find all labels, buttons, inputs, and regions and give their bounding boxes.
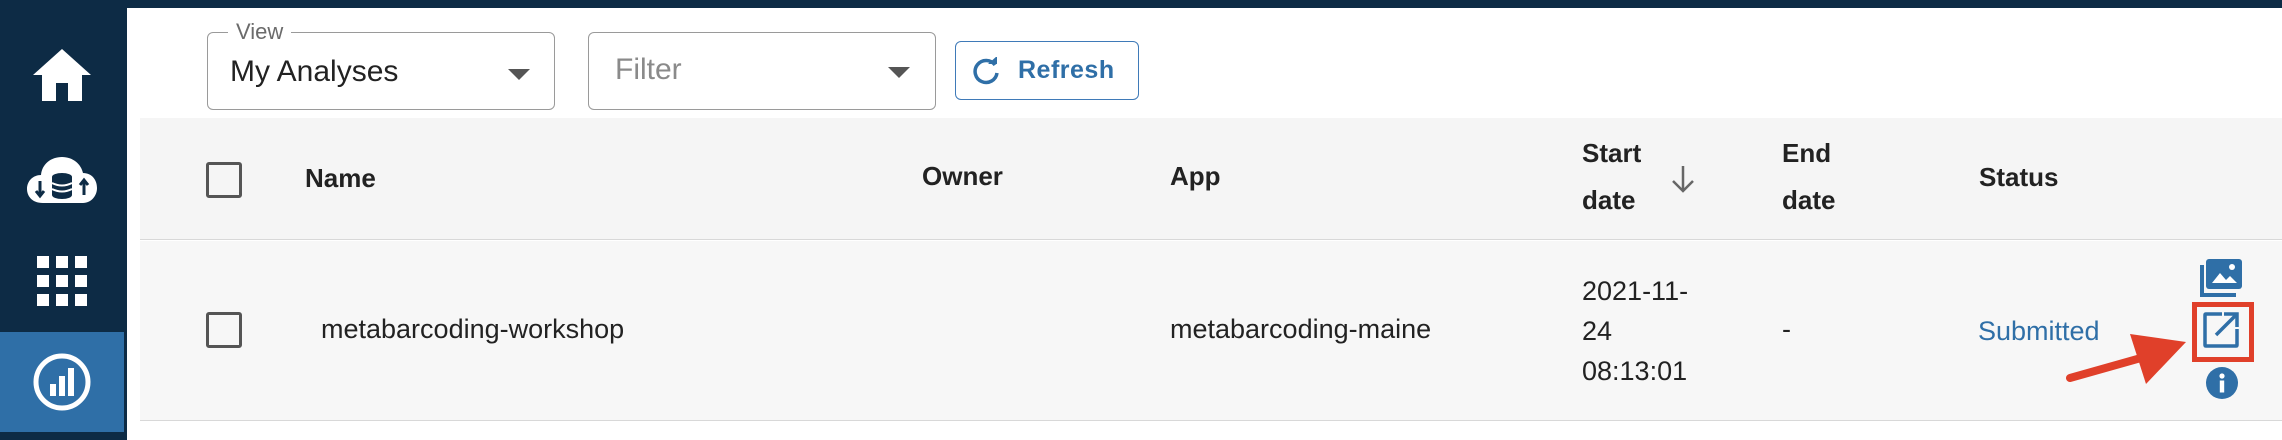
toolbar: View My Analyses Filter Refresh [127,8,2282,118]
header-owner[interactable]: Owner [922,153,1003,200]
header-start-line2: date [1582,185,1636,215]
analyses-icon [33,353,91,411]
header-end-line1: End [1782,138,1832,168]
view-select-value: My Analyses [230,55,399,88]
table-row[interactable]: metabarcoding-workshop metabarcoding-mai… [140,241,2282,421]
row-start-date: 2021-11- 24 08:13:01 [1582,271,1688,391]
header-start-line1: Start [1582,138,1642,168]
outputs-icon[interactable] [2200,259,2244,297]
row-checkbox[interactable] [206,312,242,348]
analyses-page: View My Analyses Filter Refresh Name Own… [127,8,2282,440]
arrow-down-icon[interactable] [1670,164,1696,194]
header-start-date[interactable]: Start date [1582,130,1641,224]
header-end-date[interactable]: End date [1782,130,1835,224]
select-all-checkbox[interactable] [206,162,242,198]
table-header: Name Owner App Start date End date Statu… [140,118,2282,240]
nav-apps[interactable] [0,231,124,331]
row-end-date: - [1782,314,1791,344]
home-icon [33,49,91,101]
filter-select[interactable]: Filter [588,32,936,110]
row-start-line1: 2021-11- [1582,276,1689,306]
header-name[interactable]: Name [305,155,376,202]
cloud-data-icon [27,157,97,203]
refresh-button[interactable]: Refresh [955,41,1139,100]
row-app: metabarcoding-maine [1170,314,1432,344]
nav-analyses[interactable] [0,332,124,432]
header-end-line2: date [1782,185,1836,215]
filter-placeholder: Filter [615,53,682,86]
nav-data[interactable] [0,130,124,230]
top-bar [0,0,2282,8]
nav-home[interactable] [0,25,124,125]
view-select[interactable]: View My Analyses [207,19,555,110]
row-name: metabarcoding-workshop [321,314,625,344]
analyses-table: Name Owner App Start date End date Statu… [140,118,2282,440]
header-app[interactable]: App [1170,153,1221,200]
chevron-down-icon [888,67,910,78]
highlight-box [2192,302,2254,362]
annotation-arrow [2066,334,2186,384]
header-status[interactable]: Status [1979,154,2058,201]
sidebar [0,8,124,440]
view-select-label: View [228,19,292,45]
chevron-down-icon [508,69,530,80]
refresh-icon [973,56,999,84]
apps-grid-icon [37,256,87,306]
info-icon[interactable] [2205,366,2239,400]
row-start-line3: 08:13:01 [1582,356,1688,386]
refresh-label: Refresh [1018,56,1115,84]
row-start-line2: 24 [1582,316,1613,346]
